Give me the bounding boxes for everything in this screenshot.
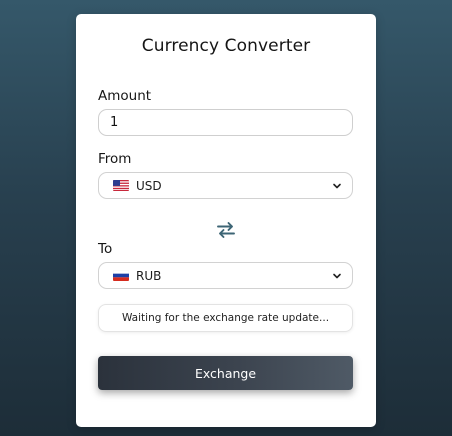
chevron-down-icon [333,183,341,189]
us-flag-icon [113,180,129,191]
status-text: Waiting for the exchange rate update... [121,312,330,324]
from-currency-value: USD [136,178,162,193]
exchange-rate-status: Waiting for the exchange rate update... [98,304,353,332]
from-currency-select[interactable]: USD [98,172,353,199]
swap-arrows-icon[interactable] [216,221,236,239]
exchange-button[interactable]: Exchange [98,356,353,390]
to-currency-select[interactable]: RUB [98,262,353,289]
to-label: To [98,241,113,257]
chevron-down-icon [333,273,341,279]
page-title: Currency Converter [141,36,311,56]
amount-label: Amount [98,88,152,104]
converter-card: Currency Converter Amount From USD To RU… [76,14,376,427]
russia-flag-icon [113,270,129,281]
amount-input[interactable] [98,109,353,136]
from-label: From [98,151,132,167]
to-currency-value: RUB [136,268,162,283]
